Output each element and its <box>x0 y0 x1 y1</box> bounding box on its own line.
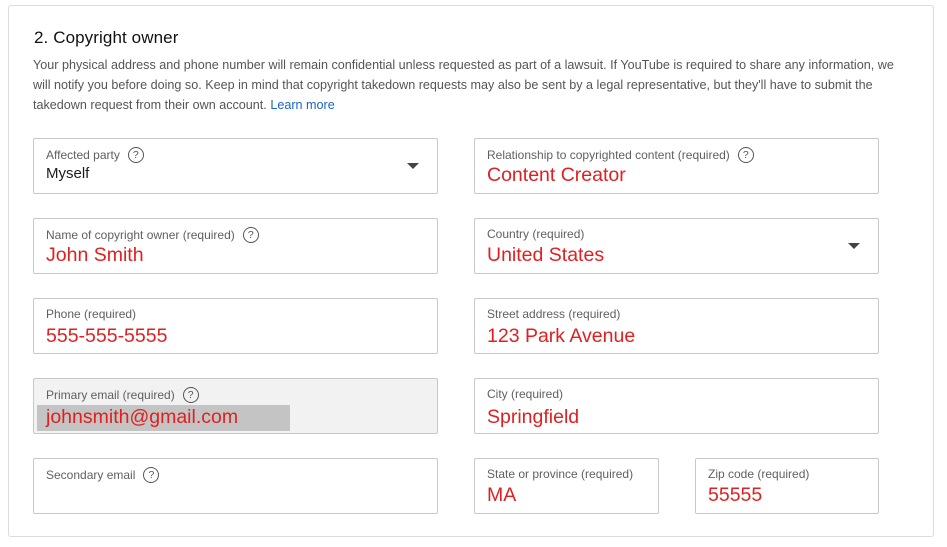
street-address-value: 123 Park Avenue <box>487 325 636 347</box>
help-icon[interactable]: ? <box>182 387 199 403</box>
street-address-label-text: Street address (required) <box>487 307 621 321</box>
owner-name-field[interactable]: Name of copyright owner (required)? John… <box>33 218 438 274</box>
affected-party-select[interactable]: Affected party? Myself <box>33 138 438 194</box>
zip-code-label-text: Zip code (required) <box>708 467 810 481</box>
help-icon[interactable]: ? <box>127 147 144 163</box>
relationship-label: Relationship to copyrighted content (req… <box>487 147 754 163</box>
phone-field[interactable]: Phone (required) 555-555-5555 <box>33 298 438 354</box>
affected-party-value: Myself <box>46 165 90 182</box>
country-select[interactable]: Country (required) United States <box>474 218 879 274</box>
secondary-email-field[interactable]: Secondary email? <box>33 458 438 514</box>
section-description: Your physical address and phone number w… <box>33 55 913 115</box>
state-value: MA <box>487 484 517 506</box>
street-address-label: Street address (required) <box>487 307 620 321</box>
primary-email-value: johnsmith@gmail.com <box>46 406 239 428</box>
city-field[interactable]: City (required) Springfield <box>474 378 879 434</box>
city-value: Springfield <box>487 406 580 428</box>
phone-label: Phone (required) <box>46 307 136 321</box>
phone-label-text: Phone (required) <box>46 307 137 321</box>
help-icon[interactable]: ? <box>242 227 259 243</box>
zip-code-value: 55555 <box>708 484 763 506</box>
learn-more-link[interactable]: Learn more <box>270 98 334 112</box>
section-title: 2. Copyright owner <box>34 28 179 47</box>
relationship-field[interactable]: Relationship to copyrighted content (req… <box>474 138 879 194</box>
owner-name-label-text: Name of copyright owner (required) <box>46 228 235 242</box>
affected-party-label-text: Affected party <box>46 148 120 162</box>
state-label: State or province (required) <box>487 467 633 481</box>
primary-email-field[interactable]: Primary email (required)? johnsmith@gmai… <box>33 378 438 434</box>
city-label: City (required) <box>487 387 563 401</box>
affected-party-label: Affected party? <box>46 147 144 163</box>
description-text: Your physical address and phone number w… <box>33 58 894 112</box>
city-label-text: City (required) <box>487 387 564 401</box>
secondary-email-label-text: Secondary email <box>46 468 136 482</box>
primary-email-label-text: Primary email (required) <box>46 388 175 402</box>
state-label-text: State or province (required) <box>487 467 634 481</box>
dropdown-arrow-icon[interactable] <box>848 243 860 249</box>
country-value: United States <box>487 244 605 266</box>
primary-email-label: Primary email (required)? <box>46 387 199 403</box>
owner-name-value: John Smith <box>46 244 144 266</box>
state-field[interactable]: State or province (required) MA <box>474 458 659 514</box>
country-label: Country (required) <box>487 227 584 241</box>
zip-code-field[interactable]: Zip code (required) 55555 <box>695 458 879 514</box>
phone-value: 555-555-5555 <box>46 325 168 347</box>
street-address-field[interactable]: Street address (required) 123 Park Avenu… <box>474 298 879 354</box>
relationship-value: Content Creator <box>487 164 626 186</box>
country-label-text: Country (required) <box>487 227 585 241</box>
relationship-label-text: Relationship to copyrighted content (req… <box>487 148 730 162</box>
dropdown-arrow-icon[interactable] <box>407 163 419 169</box>
help-icon[interactable]: ? <box>143 467 160 483</box>
owner-name-label: Name of copyright owner (required)? <box>46 227 259 243</box>
help-icon[interactable]: ? <box>737 147 754 163</box>
zip-code-label: Zip code (required) <box>708 467 809 481</box>
secondary-email-label: Secondary email? <box>46 467 160 483</box>
